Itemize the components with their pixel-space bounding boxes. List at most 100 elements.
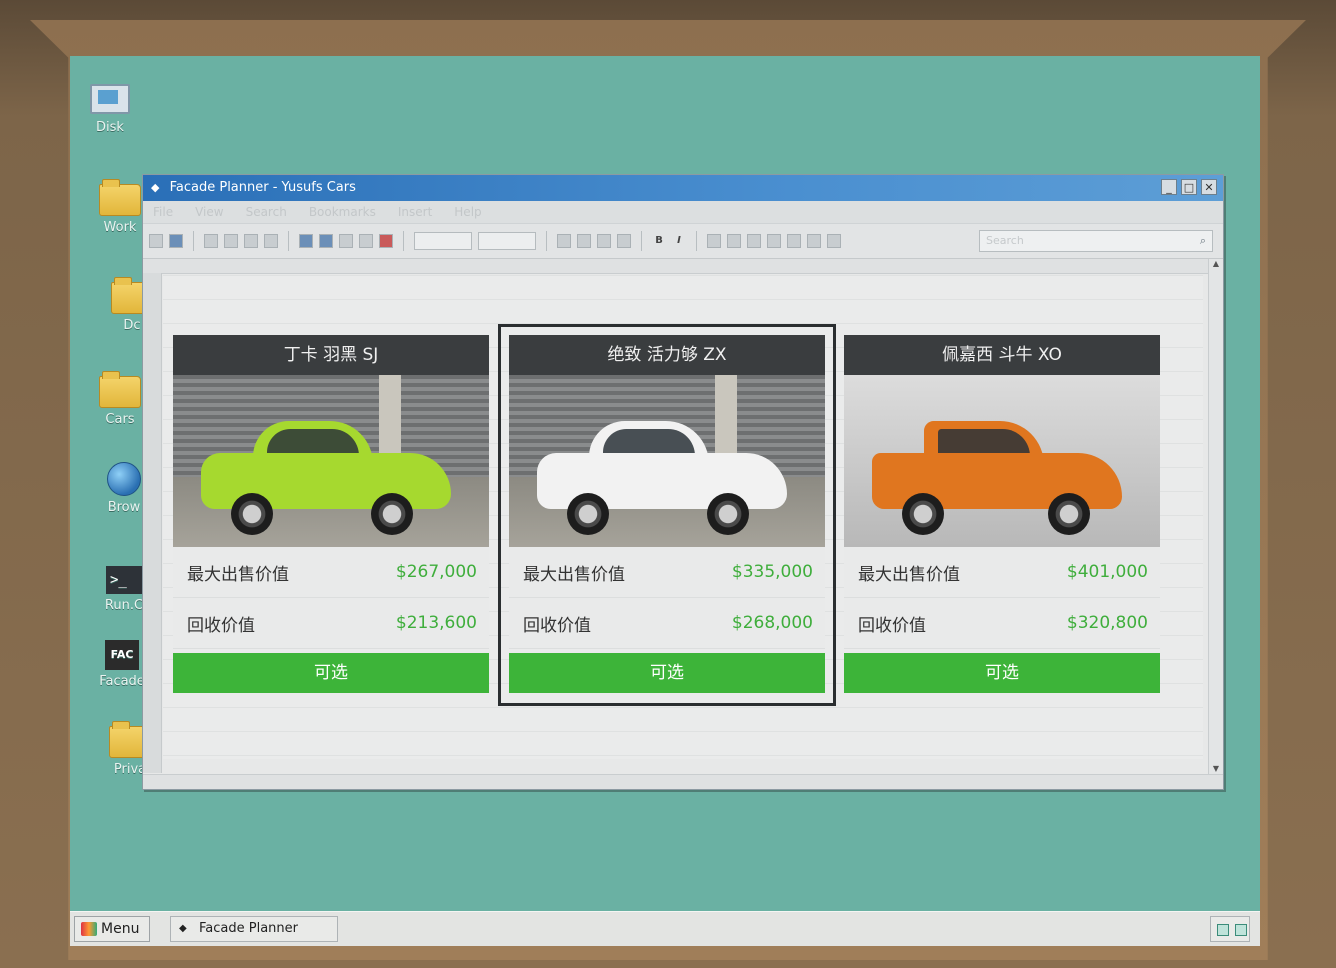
app-icon: ◆ [151, 181, 160, 194]
buyback-row: 回收价值 $268,000 [509, 598, 825, 649]
menu-item-help[interactable]: Help [454, 201, 481, 223]
style-dropdown[interactable] [414, 232, 472, 250]
buyback-row: 回收价值 $213,600 [173, 598, 489, 649]
terminal-icon: >_ [106, 566, 142, 594]
preview-icon[interactable] [244, 234, 258, 248]
buyback-value: $320,800 [1066, 613, 1148, 633]
tray-display-icon [1235, 924, 1247, 936]
brush-icon[interactable] [264, 234, 278, 248]
vehicle-image [844, 375, 1160, 547]
desktop: Disk Work Dc Cars Brow >_ Run.C FAC Faca… [70, 56, 1260, 946]
toolbar-separator [546, 231, 547, 251]
max-sale-label: 最大出售价值 [187, 564, 289, 585]
car-picture [872, 413, 1132, 535]
facade-planner-window: ◆ Facade Planner - Yusufs Cars _ □ ✕ Fil… [142, 174, 1224, 790]
vehicle-name: 绝致 活力够 ZX [509, 335, 825, 375]
start-menu-label: Menu [101, 921, 140, 937]
desktop-icon-label: Cars [105, 412, 135, 427]
list-icon[interactable] [787, 234, 801, 248]
bold-button[interactable]: B [652, 234, 666, 248]
buyback-label: 回收价值 [523, 615, 591, 636]
window-title: Facade Planner - Yusufs Cars [169, 180, 356, 195]
menu-item-insert[interactable]: Insert [398, 201, 432, 223]
print-icon[interactable] [224, 234, 238, 248]
rows-icon[interactable] [597, 234, 611, 248]
maximize-button[interactable]: □ [1181, 179, 1197, 195]
search-placeholder: Search [986, 234, 1024, 247]
menu-item-bookmarks[interactable]: Bookmarks [309, 201, 376, 223]
max-sale-value: $335,000 [731, 562, 813, 582]
vehicle-name: 佩嘉西 斗牛 XO [844, 335, 1160, 375]
desktop-icon-label: Dc [123, 318, 141, 333]
taskbar-item-facade-planner[interactable]: ◆ Facade Planner [170, 916, 338, 942]
max-sale-label: 最大出售价值 [858, 564, 960, 585]
document-icon[interactable] [204, 234, 218, 248]
save-icon[interactable] [169, 234, 183, 248]
facade-app-icon: FAC [105, 640, 139, 670]
search-icon: ⌕ [1199, 234, 1206, 247]
layout-icon[interactable] [557, 234, 571, 248]
max-sale-value: $267,000 [395, 562, 477, 582]
minimize-button[interactable]: _ [1161, 179, 1177, 195]
menu-item-search[interactable]: Search [246, 201, 287, 223]
start-logo-icon [81, 922, 97, 936]
toolbar-separator [403, 231, 404, 251]
max-sale-value: $401,000 [1066, 562, 1148, 582]
font-size-dropdown[interactable] [478, 232, 536, 250]
max-sale-row: 最大出售价值 $267,000 [173, 547, 489, 598]
buyback-label: 回收价值 [858, 615, 926, 636]
insert-media-icon[interactable] [379, 234, 393, 248]
justify-icon[interactable] [767, 234, 781, 248]
vertical-ruler [143, 273, 162, 773]
folder-icon [99, 371, 141, 408]
insert-table-icon[interactable] [319, 234, 333, 248]
car-picture [537, 413, 797, 535]
align-right-icon[interactable] [747, 234, 761, 248]
menu-item-view[interactable]: View [195, 201, 223, 223]
horizontal-ruler [143, 259, 1209, 274]
menu-item-file[interactable]: File [153, 201, 173, 223]
toolbar: B I Search ⌕ [143, 223, 1223, 259]
columns-icon[interactable] [577, 234, 591, 248]
insert-frame-icon[interactable] [339, 234, 353, 248]
align-left-icon[interactable] [707, 234, 721, 248]
desktop-icon-disk[interactable]: Disk [70, 84, 150, 135]
select-button[interactable]: 可选 [173, 653, 489, 693]
desktop-icon-label: Brow [107, 500, 141, 515]
divider-icon[interactable] [617, 234, 631, 248]
toolbar-separator [193, 231, 194, 251]
desktop-icon-label: Facade [99, 674, 145, 689]
max-sale-row: 最大出售价值 $401,000 [844, 547, 1160, 598]
desktop-icon-label: Run.C [104, 598, 144, 613]
buyback-value: $213,600 [395, 613, 477, 633]
folder-icon [99, 179, 141, 216]
tray-window-icon [1217, 924, 1229, 936]
horizontal-scrollbar[interactable] [143, 774, 1223, 789]
close-button[interactable]: ✕ [1201, 179, 1217, 195]
select-button[interactable]: 可选 [844, 653, 1160, 693]
insert-form-icon[interactable] [359, 234, 373, 248]
italic-button[interactable]: I [672, 234, 686, 248]
select-button[interactable]: 可选 [509, 653, 825, 693]
menu-bar: File View Search Bookmarks Insert Help [143, 201, 1223, 223]
vehicle-card: 丁卡 羽黑 SJ 最大出售价值 $267,000 回收价值 $213,600 可… [173, 335, 489, 695]
desktop-icon-label: Disk [96, 120, 124, 135]
window-titlebar[interactable]: ◆ Facade Planner - Yusufs Cars _ □ ✕ [143, 175, 1223, 201]
outdent-icon[interactable] [827, 234, 841, 248]
vehicle-card: 佩嘉西 斗牛 XO 最大出售价值 $401,000 回收价值 $320,800 … [844, 335, 1160, 695]
indent-icon[interactable] [807, 234, 821, 248]
search-input[interactable]: Search ⌕ [979, 230, 1213, 252]
new-icon[interactable] [149, 234, 163, 248]
vehicle-name: 丁卡 羽黑 SJ [173, 335, 489, 375]
system-tray[interactable] [1210, 916, 1250, 942]
globe-icon [107, 462, 141, 496]
align-center-icon[interactable] [727, 234, 741, 248]
buyback-label: 回收价值 [187, 615, 255, 636]
max-sale-label: 最大出售价值 [523, 564, 625, 585]
vertical-scrollbar[interactable]: ▲ ▼ [1208, 259, 1223, 775]
toolbar-separator [696, 231, 697, 251]
buyback-value: $268,000 [731, 613, 813, 633]
start-menu-button[interactable]: Menu [74, 916, 150, 942]
taskbar-item-label: Facade Planner [199, 921, 298, 936]
insert-image-icon[interactable] [299, 234, 313, 248]
